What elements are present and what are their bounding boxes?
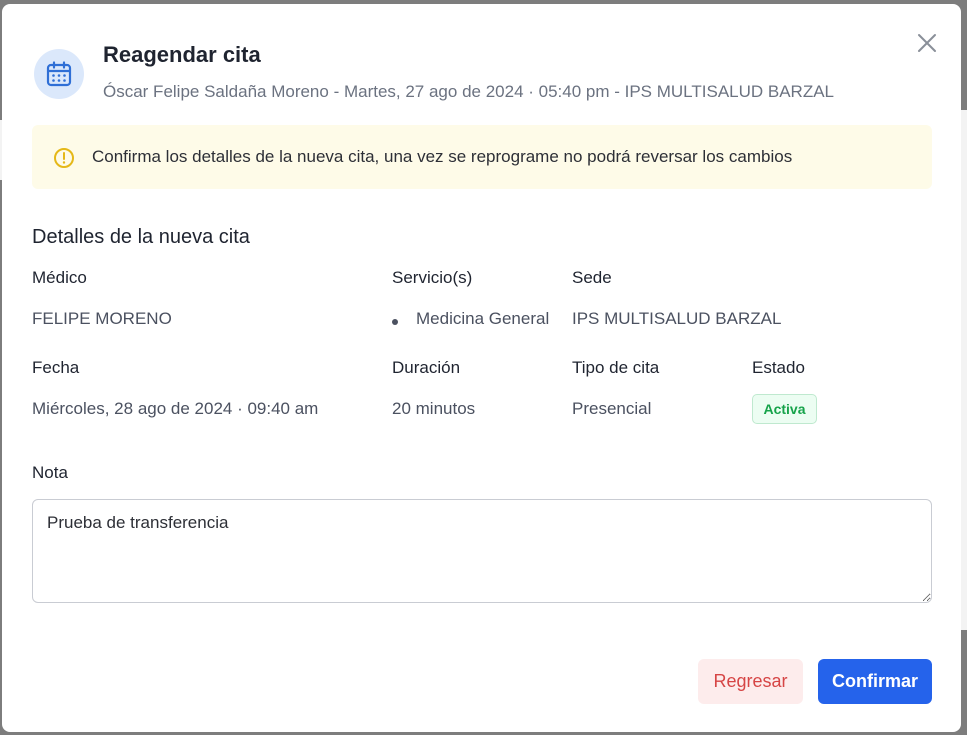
servicios-label: Servicio(s) (392, 268, 473, 287)
sede-label: Sede (572, 268, 612, 287)
list-bullet (392, 319, 398, 325)
back-button[interactable]: Regresar (698, 659, 803, 704)
servicio-item: Medicina General (416, 309, 550, 328)
alert-text: Confirma los detalles de la nueva cita, … (92, 147, 793, 166)
calendar-icon (34, 49, 84, 99)
tipo-cita-value: Presencial (572, 399, 652, 418)
reschedule-dialog: Reagendar cita Óscar Felipe Saldaña More… (2, 4, 961, 732)
dialog-title: Reagendar cita (103, 42, 261, 67)
fecha-value: Miércoles, 28 ago de 2024 · 09:40 am (32, 399, 319, 418)
section-title: Detalles de la nueva cita (32, 226, 250, 248)
status-badge: Activa (752, 394, 817, 424)
nota-label: Nota (32, 463, 68, 482)
tipo-cita-label: Tipo de cita (572, 358, 660, 377)
fecha-label: Fecha (32, 358, 80, 377)
background-page-fragment (961, 110, 967, 630)
sede-value: IPS MULTISALUD BARZAL (572, 309, 782, 328)
duracion-label: Duración (392, 358, 461, 377)
close-button[interactable] (914, 30, 940, 56)
warning-icon (54, 148, 74, 168)
medico-value: FELIPE MORENO (32, 309, 172, 328)
confirm-button[interactable]: Confirmar (818, 659, 932, 704)
note-textarea[interactable]: Prueba de transferencia (32, 499, 932, 603)
close-icon (918, 34, 936, 52)
estado-label: Estado (752, 358, 805, 377)
medico-label: Médico (32, 268, 87, 287)
warning-alert: Confirma los detalles de la nueva cita, … (32, 125, 932, 189)
duracion-value: 20 minutos (392, 399, 476, 418)
dialog-subtitle: Óscar Felipe Saldaña Moreno - Martes, 27… (103, 82, 835, 101)
